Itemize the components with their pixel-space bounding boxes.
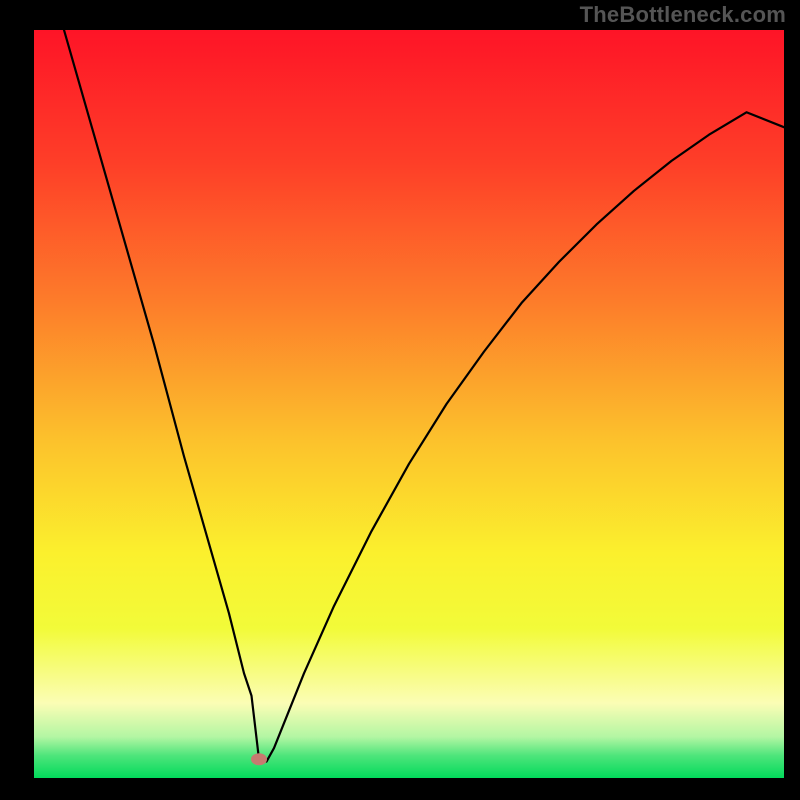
optimum-marker (251, 753, 267, 765)
chart-container: TheBottleneck.com (0, 0, 800, 800)
attribution-watermark: TheBottleneck.com (580, 2, 786, 28)
plot-area (34, 30, 784, 778)
background-rect (34, 30, 784, 778)
chart-svg (34, 30, 784, 778)
